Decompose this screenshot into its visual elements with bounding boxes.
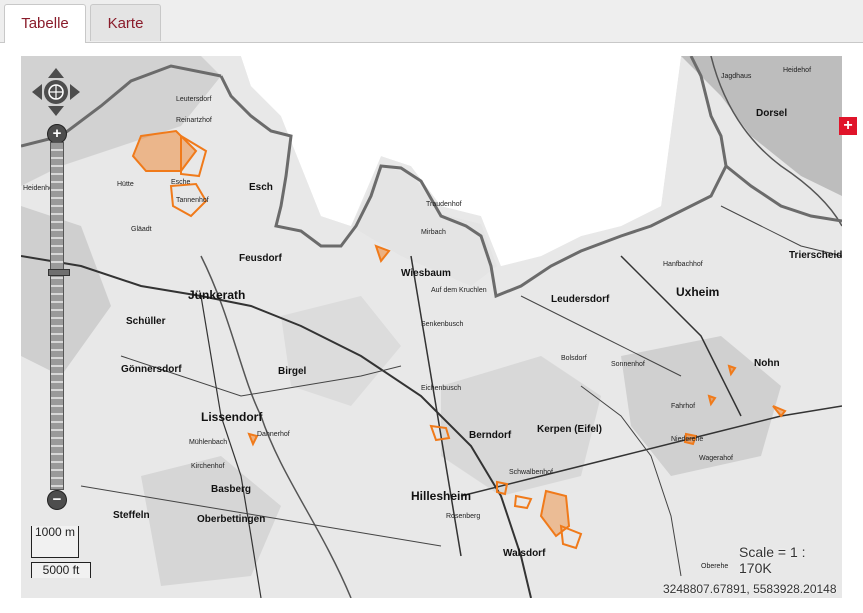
place-label: Hütte — [117, 181, 134, 188]
place-label: Basberg — [211, 484, 251, 495]
zoom-slider-track[interactable] — [48, 142, 70, 490]
place-label: Niederehe — [671, 436, 703, 443]
place-label: Bolsdorf — [561, 355, 587, 362]
scale-ratio: Scale = 1 : 170K — [739, 544, 806, 576]
place-label: Nohn — [754, 358, 780, 369]
zoom-in-button[interactable]: + — [47, 124, 67, 144]
pan-right-icon[interactable] — [70, 84, 80, 100]
place-label: Oberbettingen — [197, 514, 265, 525]
place-label: Gläadt — [131, 226, 152, 233]
scale-line-metric: 1000 m — [31, 526, 79, 558]
place-label: Eichenbusch — [421, 385, 461, 392]
place-label: Jagdhaus — [721, 73, 752, 80]
place-label: Tannenhof — [176, 197, 209, 204]
place-label: Dahnerhof — [257, 431, 290, 438]
place-label: Berndorf — [469, 430, 512, 441]
tab-bar: Tabelle Karte — [0, 0, 863, 43]
place-label: Gönnersdorf — [121, 364, 182, 375]
zoom-bar: + − — [47, 124, 70, 510]
mouse-position: 3248807.67891, 5583928.20148 — [663, 582, 837, 596]
place-label: Fahrhof — [671, 403, 695, 410]
place-label: Walsdorf — [503, 548, 546, 559]
place-label: Hanfbachhof — [663, 261, 703, 268]
place-label: Wiesbaum — [401, 268, 451, 279]
place-label: Auf dem Kruchlen — [431, 287, 487, 294]
tab-karte[interactable]: Karte — [90, 4, 161, 41]
place-label: Dorsel — [756, 108, 787, 119]
pan-left-icon[interactable] — [32, 84, 42, 100]
place-label: Schwalbenhof — [509, 469, 553, 476]
place-label: Schüller — [126, 316, 166, 327]
map-viewport[interactable]: Jünkerath Wiesbaum Uxheim Hillesheim Lis… — [21, 56, 842, 598]
place-label: Birgel — [278, 366, 307, 377]
place-label: Steffeln — [113, 510, 150, 521]
place-label: Uxheim — [676, 285, 719, 299]
place-label: Kerpen (Eifel) — [537, 424, 602, 435]
place-label: Sonnenhof — [611, 361, 645, 368]
place-label: Wagerahof — [699, 455, 733, 462]
scale-line: 1000 m 5000 ft — [31, 526, 101, 586]
place-label: Hillesheim — [411, 489, 471, 503]
place-label: Oberehe — [701, 563, 728, 570]
place-label: Jünkerath — [188, 288, 245, 302]
map-canvas[interactable]: Jünkerath Wiesbaum Uxheim Hillesheim Lis… — [21, 56, 842, 598]
place-label: Esch — [249, 182, 273, 193]
place-label: Reinartzhof — [176, 117, 212, 124]
place-label: Lissendorf — [201, 410, 263, 424]
tab-tabelle[interactable]: Tabelle — [4, 4, 86, 43]
pan-down-icon[interactable] — [48, 106, 64, 116]
place-label: Leutersdorf — [176, 96, 211, 103]
layer-switcher-button[interactable]: + — [839, 117, 857, 135]
place-label: Esche — [171, 179, 191, 186]
zoom-out-button[interactable]: − — [47, 490, 67, 510]
place-label: Senkenbusch — [421, 321, 464, 328]
zoom-slider-handle[interactable] — [48, 269, 70, 276]
pan-up-icon[interactable] — [48, 68, 64, 78]
place-label: Heidehof — [783, 67, 811, 74]
place-label: Rosenberg — [446, 513, 480, 520]
pan-control[interactable] — [30, 66, 82, 118]
place-label: Trierscheid — [789, 250, 842, 261]
place-label: Leudersdorf — [551, 294, 610, 305]
place-label: Traudenhof — [426, 201, 462, 208]
place-label: Kirchenhof — [191, 463, 225, 470]
place-label: Mirbach — [421, 229, 446, 236]
place-label: Mühlenbach — [189, 439, 227, 446]
scale-line-imperial: 5000 ft — [31, 562, 91, 578]
place-label: Feusdorf — [239, 253, 282, 264]
